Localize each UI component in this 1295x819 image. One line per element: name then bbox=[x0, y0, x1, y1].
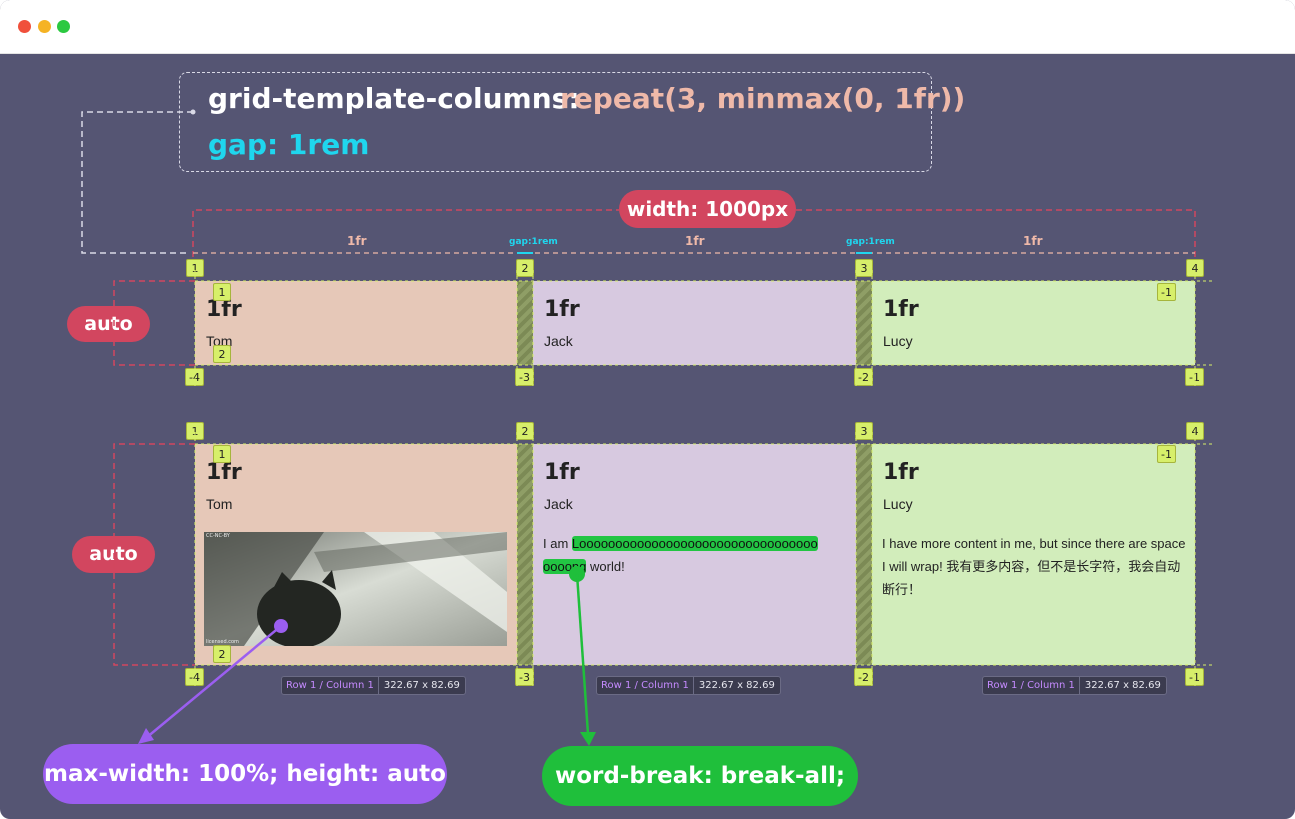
code-connector-dot bbox=[190, 109, 196, 115]
browser-window: grid-template-columns: repeat(3, minmax(… bbox=[0, 0, 1295, 819]
width-bracket bbox=[192, 209, 1196, 257]
word-callout-arrowhead bbox=[580, 732, 596, 746]
image-callout-arrowhead bbox=[138, 728, 154, 744]
image-rule-callout: max-width: 100%; height: auto bbox=[43, 744, 447, 804]
grid2-row-bracket bbox=[113, 443, 195, 666]
code-connector-line bbox=[81, 111, 193, 254]
diagram-canvas: grid-template-columns: repeat(3, minmax(… bbox=[0, 54, 1295, 819]
close-window-button[interactable] bbox=[18, 20, 31, 33]
word-callout-line bbox=[575, 573, 590, 735]
minimize-window-button[interactable] bbox=[38, 20, 51, 33]
maximize-window-button[interactable] bbox=[57, 20, 70, 33]
image-callout-line bbox=[145, 625, 282, 739]
guide-lines-overlay bbox=[81, 109, 1215, 746]
window-titlebar bbox=[0, 0, 1295, 54]
grid1-row-bracket bbox=[113, 280, 195, 366]
word-break-callout: word-break: break-all; bbox=[542, 746, 858, 806]
